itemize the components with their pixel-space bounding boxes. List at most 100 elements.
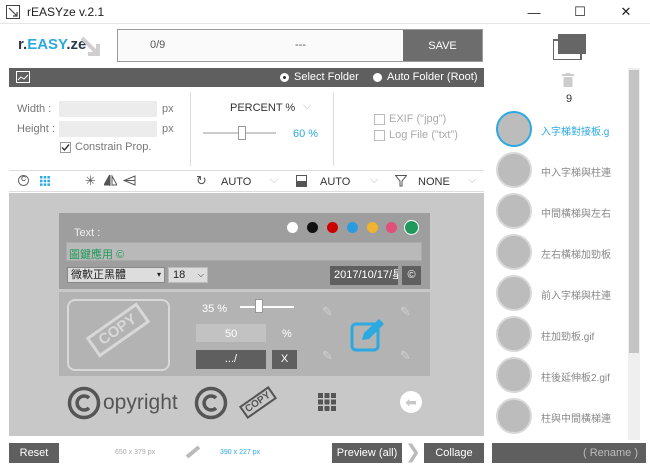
percent-value: 60 % [293, 128, 319, 140]
new-size: 390 x 227 px [220, 449, 261, 456]
list-item-thumb[interactable] [496, 234, 532, 270]
app-logo: r.EASY.ze [18, 36, 87, 53]
format-select[interactable]: AUTO [320, 176, 350, 188]
opacity-slider-track[interactable] [240, 306, 294, 308]
chevron-down-icon[interactable]: ⌵ [270, 174, 278, 187]
collage-button[interactable]: Collage [424, 443, 484, 463]
back-arrow-icon[interactable]: ⬅ [400, 391, 422, 413]
auto-folder-label[interactable]: Auto Folder (Root) [387, 71, 477, 83]
list-item-thumb[interactable] [496, 398, 532, 434]
log-label[interactable]: Log File ("txt") [389, 129, 458, 141]
list-item[interactable]: 柱與中間橫梯連 [541, 410, 611, 425]
list-item-thumb[interactable] [496, 152, 532, 188]
list-item-thumb[interactable] [496, 316, 532, 352]
auto-folder-radio[interactable] [373, 73, 382, 82]
color-red[interactable] [327, 222, 338, 233]
height-label: Height : [17, 123, 55, 135]
file-total: 9 [566, 93, 573, 105]
pattern-grid-icon[interactable] [318, 393, 336, 414]
opacity-slider-handle[interactable] [255, 299, 263, 313]
log-checkbox[interactable] [374, 130, 385, 141]
color-white[interactable] [287, 222, 298, 233]
reset-button[interactable]: Reset [9, 443, 59, 463]
divider [333, 92, 334, 166]
app-icon [6, 5, 20, 19]
color-green-selected[interactable] [404, 220, 419, 235]
ruler-icon [185, 445, 201, 462]
chevron-right-icon: ❯ [405, 442, 421, 463]
copyright-word-icon[interactable]: opyright [103, 391, 178, 415]
edit-icon[interactable]: ✎ [322, 304, 333, 320]
edit-active-icon[interactable] [350, 318, 386, 355]
window-title: rEASYze v.2.1 [27, 5, 105, 19]
chevron-down-icon[interactable]: ⌵ [303, 100, 311, 113]
scrollbar-thumb[interactable] [629, 70, 639, 353]
copyright-circle-icon[interactable] [194, 386, 228, 423]
maximize-button[interactable]: ☐ [557, 0, 603, 24]
list-item[interactable]: 左右橫梯加勁板 [541, 246, 611, 261]
copyright-symbol-icon[interactable] [67, 386, 101, 423]
folder-stack-icon[interactable] [552, 34, 587, 63]
list-item-thumb[interactable] [496, 275, 532, 311]
color-pink[interactable] [386, 222, 397, 233]
select-folder-radio[interactable] [280, 73, 289, 82]
grid-icon[interactable] [40, 176, 50, 189]
brightness-icon[interactable]: ✳ [85, 173, 96, 189]
list-item-thumb[interactable] [496, 111, 532, 147]
constrain-label[interactable]: Constrain Prop. [75, 141, 151, 153]
format-icon[interactable] [296, 175, 307, 190]
date-stamp-button[interactable]: 2017/10/17/星 [330, 266, 398, 285]
perspective-icon[interactable] [122, 175, 136, 189]
color-blue[interactable] [347, 222, 358, 233]
percent-mode-select[interactable]: PERCENT % [230, 102, 295, 114]
copyright-insert-button[interactable]: © [402, 266, 421, 285]
opacity-value: 35 % [202, 303, 228, 315]
image-icon[interactable] [16, 71, 30, 86]
text-label: Text : [74, 227, 101, 239]
list-item[interactable]: 柱後延伸板2.gif [541, 369, 610, 384]
width-unit: px [162, 103, 174, 115]
trash-icon[interactable] [562, 73, 574, 90]
rename-button[interactable]: ( Rename ) [492, 443, 646, 463]
filter-icon[interactable] [394, 175, 408, 190]
constrain-checkbox[interactable] [60, 142, 71, 153]
clear-button[interactable]: X [272, 350, 297, 369]
original-size: 650 x 379 px [115, 449, 156, 456]
font-select[interactable]: 微軟正黑體 ▾ [67, 267, 165, 283]
height-input[interactable] [59, 121, 157, 137]
color-black[interactable] [307, 222, 318, 233]
width-input[interactable] [59, 101, 157, 117]
copyright-icon[interactable]: C [18, 175, 29, 186]
exif-label[interactable]: EXIF ("jpg") [389, 113, 446, 125]
browse-button[interactable]: .../ [196, 350, 266, 369]
list-item-thumb[interactable] [496, 357, 532, 393]
rotate-icon[interactable]: ↻ [196, 173, 207, 189]
resize-arrow-icon [80, 36, 104, 61]
list-item[interactable]: 柱加勁板.gif [541, 328, 594, 343]
close-button[interactable]: ✕ [603, 0, 649, 24]
flip-icon[interactable] [103, 174, 118, 189]
list-item-thumb[interactable] [496, 193, 532, 229]
save-button[interactable]: SAVE [403, 30, 482, 61]
exif-checkbox[interactable] [374, 114, 385, 125]
filter-select[interactable]: NONE [418, 176, 450, 188]
list-item[interactable]: 中間橫梯與左右 [541, 205, 611, 220]
chevron-down-icon[interactable]: ⌵ [468, 174, 476, 187]
font-size-select[interactable]: 18 ⌵ [168, 267, 208, 283]
minimize-button[interactable]: — [511, 0, 557, 24]
size-value: 50 [225, 328, 238, 340]
width-label: Width : [17, 103, 52, 115]
list-item[interactable]: 中入字梯與柱連 [541, 164, 611, 179]
list-item[interactable]: 前入字梯與柱連 [541, 287, 611, 302]
percent-slider-handle[interactable] [238, 126, 246, 140]
list-item[interactable]: 入字梯對接板.g [541, 123, 609, 138]
current-filename: --- [295, 39, 306, 51]
select-folder-label[interactable]: Select Folder [294, 71, 359, 83]
edit-icon[interactable]: ✎ [400, 304, 411, 320]
chevron-down-icon[interactable]: ⌵ [370, 174, 378, 187]
edit-icon[interactable]: ✎ [400, 348, 411, 364]
color-yellow[interactable] [367, 222, 378, 233]
edit-icon[interactable]: ✎ [322, 348, 333, 364]
rotate-select[interactable]: AUTO [221, 176, 251, 188]
preview-all-button[interactable]: Preview (all) [332, 443, 402, 463]
